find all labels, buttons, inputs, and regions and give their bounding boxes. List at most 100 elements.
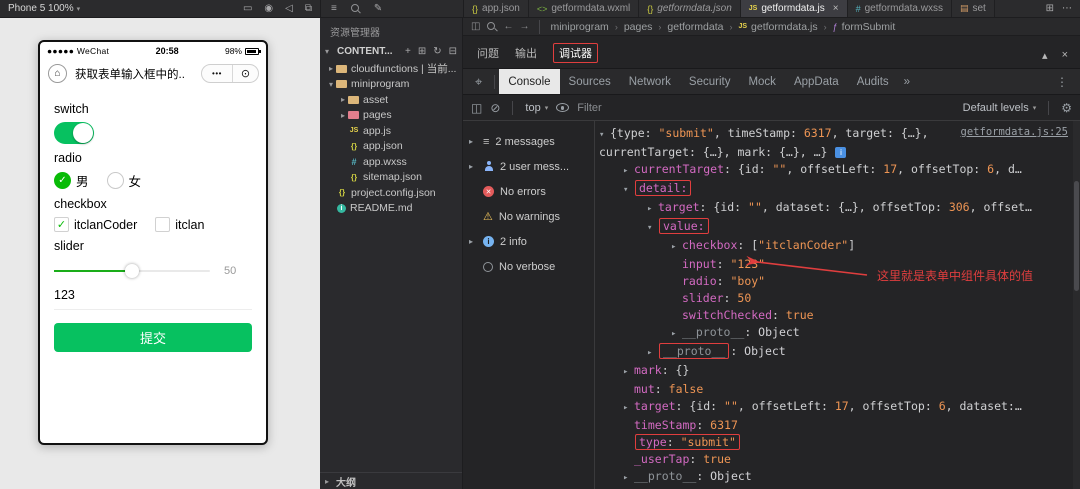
expand-arrow-icon[interactable]: ▾: [623, 182, 634, 199]
breadcrumb-item[interactable]: JS getformdata.js: [738, 21, 817, 33]
expand-arrow-icon[interactable]: ▸: [623, 470, 634, 487]
forward-icon[interactable]: →: [519, 21, 529, 32]
editor-tab[interactable]: {} app.json: [464, 0, 529, 17]
console-line[interactable]: ▸ currentTarget: {id: "", offsetLeft: 17,…: [595, 161, 1072, 180]
switch-toggle[interactable]: [54, 122, 94, 144]
filter-input[interactable]: [577, 101, 708, 114]
editor-tab[interactable]: JS getformdata.js ×: [740, 0, 848, 17]
source-link[interactable]: getformdata.js:25: [961, 126, 1068, 138]
close-panel-icon[interactable]: ×: [1062, 49, 1068, 62]
minimize-button[interactable]: ⊙: [233, 65, 258, 82]
console-sidebar-toggle-icon[interactable]: ◫: [471, 101, 482, 115]
collapse-panel-icon[interactable]: ▴: [1042, 49, 1048, 62]
slider-track[interactable]: [54, 264, 210, 278]
devtools-tab[interactable]: AppData: [785, 69, 848, 94]
clear-console-icon[interactable]: ⊘: [490, 101, 500, 115]
devtools-tab[interactable]: Sources: [560, 69, 620, 94]
devtools-tab[interactable]: Security: [680, 69, 740, 94]
search-icon[interactable]: [486, 21, 497, 32]
expand-arrow-icon[interactable]: ▾: [599, 127, 610, 144]
explorer-item[interactable]: i README.md: [320, 201, 462, 217]
expand-arrow-icon[interactable]: ▸: [647, 345, 658, 362]
console-line[interactable]: ▾ value:: [595, 218, 1072, 237]
editor-tab[interactable]: <> getformdata.wxml: [528, 0, 640, 17]
more-actions-icon[interactable]: ⋯: [1062, 3, 1072, 14]
checkbox-option-itclancoder[interactable]: ✓ itclanCoder: [54, 217, 137, 232]
scrollbar-thumb[interactable]: [1074, 181, 1079, 291]
new-folder-icon[interactable]: ⊞: [418, 46, 426, 57]
radio-option-female[interactable]: 女: [106, 171, 141, 190]
debugger-panel-tab[interactable]: 输出: [515, 45, 537, 61]
close-tab-icon[interactable]: ×: [833, 3, 839, 14]
expand-arrow-icon[interactable]: ▸: [647, 201, 658, 218]
expand-arrow-icon[interactable]: ▸: [623, 364, 634, 381]
devtools-tab[interactable]: Console: [499, 69, 560, 94]
inspect-element-icon[interactable]: ⌖: [467, 69, 490, 94]
submit-button[interactable]: 提交: [54, 323, 252, 352]
explorer-item[interactable]: {} app.json: [320, 139, 462, 155]
devtools-tab[interactable]: Network: [620, 69, 680, 94]
console-line[interactable]: ▸ __proto__: Object: [595, 324, 1072, 343]
log-levels-selector[interactable]: Default levels ▾: [963, 102, 1037, 114]
panels-layout-icon[interactable]: ⧉: [305, 3, 312, 14]
slider-knob[interactable]: [125, 264, 139, 278]
live-expression-icon[interactable]: [556, 103, 570, 112]
explorer-item[interactable]: ▸ asset: [320, 92, 462, 108]
editor-tab[interactable]: # getformdata.wxss: [847, 0, 952, 17]
explorer-item[interactable]: ▸ cloudfunctions | 当前...: [320, 61, 462, 77]
expand-arrow-icon[interactable]: ▾: [647, 220, 658, 237]
split-editor-icon[interactable]: ⊞: [1046, 3, 1054, 14]
expand-arrow-icon[interactable]: ▸: [671, 239, 682, 256]
explorer-item[interactable]: {} sitemap.json: [320, 170, 462, 186]
devtools-tab[interactable]: Audits: [848, 69, 898, 94]
edit-icon[interactable]: ✎: [374, 3, 382, 14]
explorer-section-header[interactable]: ▾ CONTENT... + ⊞ ↻ ⊟: [320, 41, 462, 61]
editor-tab[interactable]: ▤ set: [951, 0, 995, 17]
explorer-item[interactable]: ▸ pages: [320, 108, 462, 124]
checkbox-option-itclan[interactable]: itclan: [155, 217, 204, 232]
text-input[interactable]: 123: [54, 279, 252, 310]
collapse-all-icon[interactable]: ⊟: [449, 46, 457, 57]
breadcrumb-item[interactable]: ƒ formSubmit: [833, 21, 896, 33]
console-filter-item[interactable]: ✕ No errors: [463, 179, 594, 204]
devtools-tab[interactable]: »: [898, 69, 916, 94]
mute-icon[interactable]: ◁: [285, 3, 293, 14]
console-scrollbar[interactable]: [1073, 121, 1080, 489]
device-frame-icon[interactable]: ▭: [243, 3, 252, 14]
console-line[interactable]: ▾ detail:: [595, 180, 1072, 199]
explorer-item[interactable]: JS app.js: [320, 123, 462, 139]
explorer-item[interactable]: {} project.config.json: [320, 185, 462, 201]
editor-tab[interactable]: {} getformdata.json: [639, 0, 741, 17]
record-icon[interactable]: ◉: [264, 3, 273, 14]
devtools-tab[interactable]: Mock: [739, 69, 784, 94]
outline-section[interactable]: ▸ 大纲: [320, 472, 462, 489]
back-icon[interactable]: ←: [503, 21, 513, 32]
console-filter-item[interactable]: ▸ 2 user mess...: [463, 154, 594, 179]
console-line[interactable]: ▸ target: {id: "", offsetLeft: 17, offset…: [595, 398, 1072, 417]
expand-arrow-icon[interactable]: ▸: [623, 163, 634, 180]
javascript-context-selector[interactable]: top ▾: [525, 102, 548, 114]
search-icon[interactable]: [350, 3, 361, 14]
breadcrumb-item[interactable]: miniprogram: [550, 21, 608, 33]
explorer-item[interactable]: ▾ miniprogram: [320, 77, 462, 93]
console-filter-item[interactable]: ⚠ No warnings: [463, 204, 594, 229]
menu-icon[interactable]: ≡: [331, 3, 337, 14]
breadcrumb-item[interactable]: getformdata: [667, 21, 723, 33]
home-button[interactable]: ⌂: [48, 64, 67, 83]
menu-dots-button[interactable]: •••: [202, 65, 233, 82]
console-line[interactable]: ▸ __proto__: Object: [595, 468, 1072, 487]
preview-panel-icon[interactable]: ◫: [471, 21, 480, 32]
new-file-icon[interactable]: +: [405, 46, 411, 57]
console-filter-item[interactable]: No verbose: [463, 254, 594, 279]
radio-option-male[interactable]: ✓ 男: [54, 171, 89, 190]
more-options-icon[interactable]: ⋮: [1048, 69, 1076, 94]
settings-gear-icon[interactable]: ⚙: [1061, 101, 1072, 115]
debugger-panel-tab[interactable]: 问题: [477, 45, 499, 61]
breadcrumb-item[interactable]: pages: [624, 21, 653, 33]
console-filter-item[interactable]: ▸ i 2 info: [463, 229, 594, 254]
console-line[interactable]: ▸ __proto__: Object: [595, 343, 1072, 362]
explorer-item[interactable]: # app.wxss: [320, 154, 462, 170]
console-filter-item[interactable]: ▸ ≡ 2 messages: [463, 129, 594, 154]
device-selector[interactable]: Phone 5 100% ▾: [8, 3, 80, 14]
expand-arrow-icon[interactable]: ▸: [671, 326, 682, 343]
